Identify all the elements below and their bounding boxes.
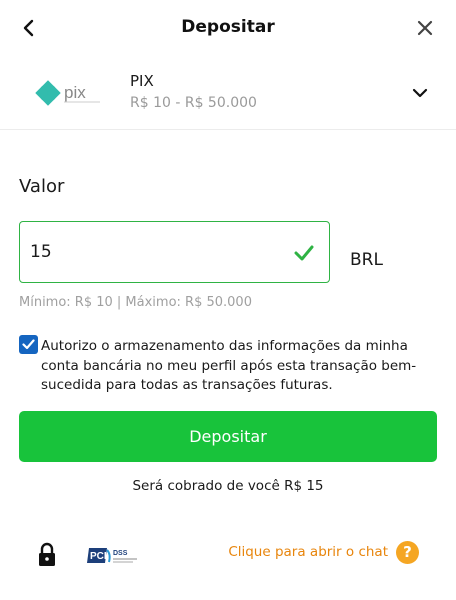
pix-logo: pix [35,80,100,106]
consent-text: Autorizo o armazenamento das informações… [41,338,417,393]
chevron-down-icon[interactable] [412,85,428,101]
payment-method-selector[interactable]: pix PIX R$ 10 - R$ 50.000 [0,58,456,130]
amount-input[interactable] [30,240,270,264]
lock-icon [39,542,55,566]
consent-checkbox[interactable] [19,335,38,354]
amount-field[interactable] [19,221,330,283]
amount-limits: Mínimo: R$ 10 | Máximo: R$ 50.000 [19,295,252,310]
deposit-button[interactable]: Depositar [19,411,437,462]
open-chat-link[interactable]: Clique para abrir o chat [228,544,388,560]
page-title: Depositar [181,17,275,37]
svg-text:DSS: DSS [113,550,128,557]
help-icon[interactable]: ? [396,541,419,564]
close-icon[interactable] [416,19,434,37]
pix-logo-text: pix [64,83,86,102]
pci-dss-logo: PCI DSS [87,548,137,563]
checkmark-icon [22,339,35,350]
header: Depositar [0,0,456,58]
amount-label: Valor [19,176,65,197]
svg-text:PCI: PCI [90,551,107,562]
currency-label: BRL [350,250,383,270]
payment-method-range: R$ 10 - R$ 50.000 [130,95,257,111]
charge-note: Será cobrado de você R$ 15 [132,478,324,494]
footer: PCI DSS Clique para abrir o chat ? [0,530,456,580]
payment-method-name: PIX [130,72,154,90]
check-icon [294,245,314,261]
